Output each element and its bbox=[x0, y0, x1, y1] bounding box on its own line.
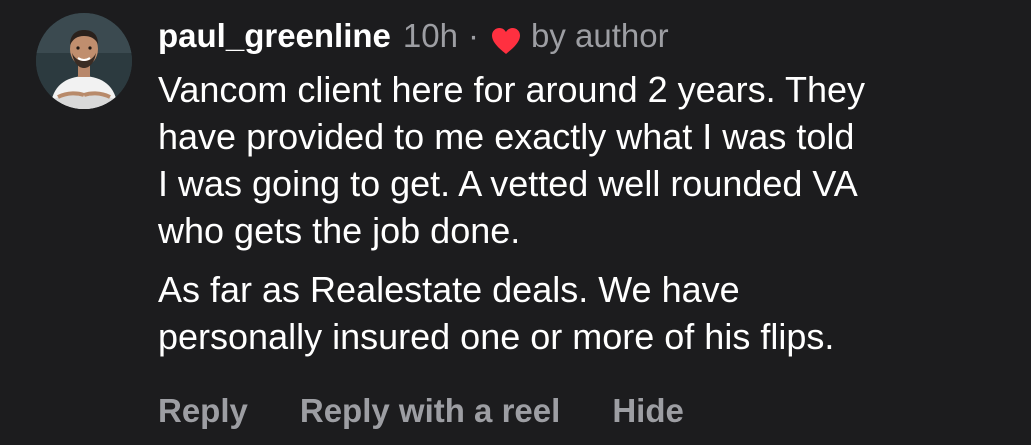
comment-content: paul_greenline 10h · by author Vancom cl… bbox=[158, 14, 1018, 360]
comment-text-line: Vancom client here for around 2 years. T… bbox=[158, 69, 866, 110]
separator-dot: · bbox=[467, 17, 479, 54]
reply-button[interactable]: Reply bbox=[158, 392, 248, 430]
comment: paul_greenline 10h · by author Vancom cl… bbox=[0, 0, 1031, 445]
hide-button[interactable]: Hide bbox=[612, 392, 684, 430]
username[interactable]: paul_greenline bbox=[158, 14, 391, 58]
comment-text-line: personally insured one or more of his fl… bbox=[158, 316, 835, 357]
comment-header: paul_greenline 10h · by author bbox=[158, 14, 1018, 58]
heart-icon bbox=[491, 22, 521, 54]
timestamp: 10h bbox=[402, 17, 458, 54]
reply-with-reel-button[interactable]: Reply with a reel bbox=[300, 392, 560, 430]
comment-text-line: have provided to me exactly what I was t… bbox=[158, 116, 855, 157]
comment-paragraph-1: Vancom client here for around 2 years. T… bbox=[158, 66, 1018, 254]
profile-photo-icon bbox=[36, 13, 132, 109]
comment-paragraph-2: As far as Realestate deals. We have pers… bbox=[158, 266, 1018, 360]
liked-by-author-label: by author bbox=[530, 17, 669, 54]
comment-actions: Reply Reply with a reel Hide bbox=[158, 392, 684, 430]
avatar[interactable] bbox=[36, 13, 132, 109]
comment-text-line: who gets the job done. bbox=[158, 210, 521, 251]
comment-text-line: As far as Realestate deals. We have bbox=[158, 269, 740, 310]
comment-text-line: I was going to get. A vetted well rounde… bbox=[158, 163, 858, 204]
